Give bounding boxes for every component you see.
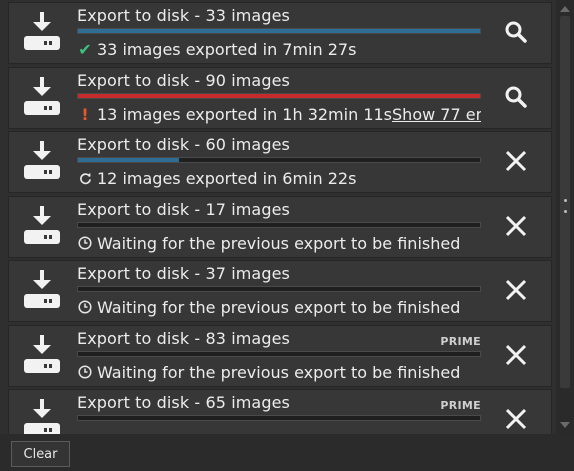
export-title: Export to disk - 17 images [77,199,290,219]
close-icon [504,214,528,242]
close-icon [504,278,528,306]
status-text: Waiting for the previous export to be fi… [97,362,461,382]
disk-export-icon [22,334,62,379]
prime-badge: PRIME [440,334,481,348]
export-title: Export to disk - 60 images [77,135,290,154]
check-icon: ✔ [78,40,92,59]
progress-bar [77,350,481,357]
prime-badge: PRIME [440,399,481,412]
export-item: Export to disk - 65 images PRIME [8,389,552,434]
export-item: Export to disk - 90 images! 13 images exp… [8,66,552,129]
status-text: Waiting for the previous export to be fi… [97,233,461,253]
export-status: Waiting for the previous export to be fi… [77,363,481,382]
cancel-export-button[interactable] [499,146,533,180]
status-text: 12 images exported in 6min 22s [97,169,357,188]
scroll-up-arrow-icon[interactable] [556,2,574,16]
clock-icon [77,234,97,253]
cancel-export-button[interactable] [499,340,533,374]
export-title: Export to disk - 33 images [77,6,290,25]
export-title: Export to disk - 37 images [77,264,290,283]
cancel-export-button[interactable] [499,211,533,245]
disk-export-icon [22,76,62,121]
show-errors-link[interactable]: Show 77 erro [392,105,481,124]
scrollbar[interactable] [556,0,574,434]
progress-bar [77,28,481,34]
close-icon [504,343,528,371]
progress-fill [78,93,480,98]
disk-export-icon [22,205,62,250]
status-text: 13 images exported in 1h 32min 11s [97,104,393,124]
clear-button[interactable]: Clear [11,441,70,467]
export-item: Export to disk - 60 images 12 images expo… [8,131,552,193]
export-status: 12 images exported in 6min 22s [77,169,481,188]
status-text: Waiting for the previous export to be fi… [97,298,461,317]
warning-icon: ! [81,104,89,124]
disk-export-icon [22,141,62,185]
status-text: 33 images exported in 7min 27s [97,40,357,59]
progress-bar [77,221,481,228]
close-icon [504,407,528,434]
progress-fill [78,29,480,33]
progress-fill [78,158,179,162]
scroll-down-arrow-icon[interactable] [556,418,574,432]
search-icon [504,20,528,48]
disk-export-icon [22,399,62,434]
close-icon [504,149,528,177]
export-status: Waiting for the previous export to be fi… [77,298,481,317]
clock-icon [77,363,97,382]
export-item: Export to disk - 37 images Waiting for th… [8,260,552,322]
cancel-export-button[interactable] [499,404,533,434]
clock-icon [77,298,97,317]
disk-export-icon [22,270,62,314]
cancel-export-button[interactable] [499,275,533,309]
progress-bar [77,92,481,99]
footer-bar: Clear [0,434,574,471]
export-status: ✔ 33 images exported in 7min 27s [77,40,481,59]
export-item: Export to disk - 33 images ✔ 33 images exp… [8,2,552,64]
progress-bar [77,286,481,292]
scroll-grip-icon[interactable] [562,199,568,213]
export-status: ! 13 images exported in 1h 32min 11sShow … [77,105,481,124]
view-export-button[interactable] [499,82,533,116]
progress-bar [77,415,481,421]
export-item: Export to disk - 17 images Waiting for th… [8,195,552,258]
search-icon [504,85,528,113]
export-list: Export to disk - 33 images ✔ 33 images exp… [0,0,556,434]
export-title: Export to disk - 83 images [77,328,290,348]
export-item: Export to disk - 83 images PRIME Waiting f… [8,324,552,387]
progress-bar [77,157,481,163]
export-status: Waiting for the previous export to be fi… [77,234,481,253]
disk-export-icon [22,12,62,56]
export-title: Export to disk - 65 images [77,393,290,412]
refresh-icon [77,169,97,188]
view-export-button[interactable] [499,17,533,51]
export-queue-panel: Export to disk - 33 images ✔ 33 images exp… [0,0,574,471]
export-title: Export to disk - 90 images [77,70,290,90]
